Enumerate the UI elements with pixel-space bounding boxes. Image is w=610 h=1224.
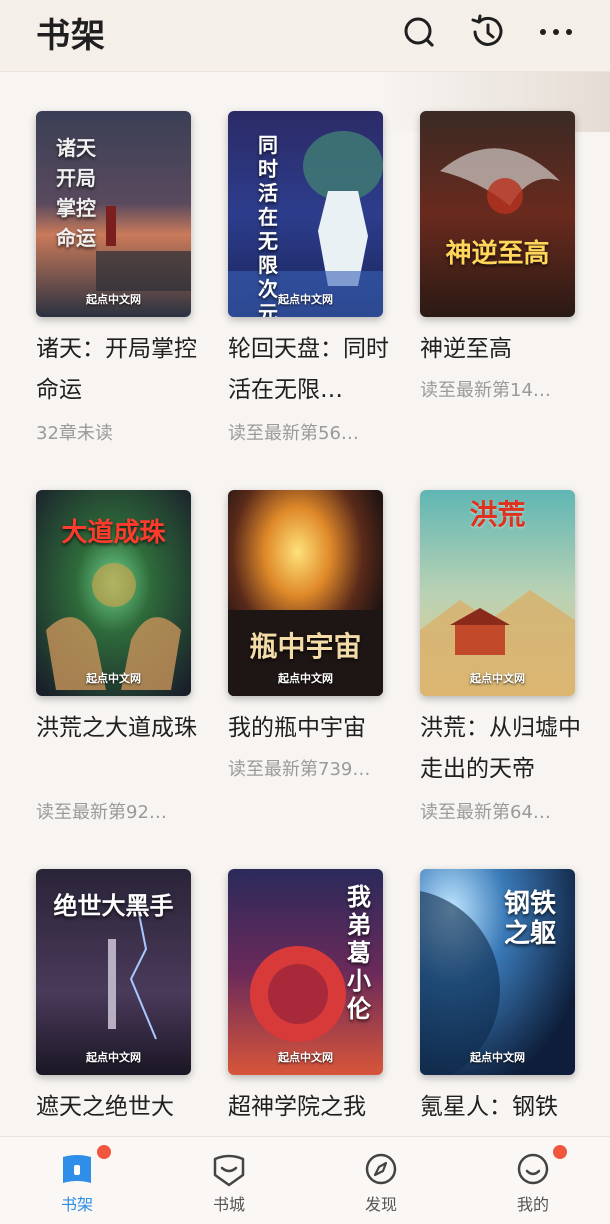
- more-icon: [540, 29, 572, 35]
- book-progress: 读至最新第92…: [36, 802, 167, 823]
- book-progress: 读至最新第56…: [228, 423, 359, 444]
- search-button[interactable]: [401, 12, 437, 52]
- bookshelf-grid: 诸天 开局掌控命运 起点中文网 诸天：开局掌控命运 32章未读 同时活在无限次元: [0, 72, 610, 1136]
- cover-title: 瓶中宇宙: [249, 630, 362, 663]
- book-cover[interactable]: 瓶中宇宙 起点中文网: [228, 490, 383, 696]
- cover-art: [228, 490, 383, 696]
- book-title: 洪荒之大道成珠: [36, 715, 197, 741]
- top-bar: 书架: [0, 0, 610, 72]
- profile-icon: [515, 1151, 551, 1187]
- cover-title: 我弟葛小伦: [347, 882, 371, 1023]
- tab-label: 我的: [516, 1195, 549, 1214]
- page-title: 书架: [36, 16, 106, 56]
- cover-title: 绝世大黑手: [53, 891, 174, 920]
- book-cover[interactable]: 同时活在无限次元 起点中文网: [228, 111, 383, 317]
- book-cover[interactable]: 钢铁之躯 起点中文网: [420, 869, 575, 1075]
- book-title: 氪星人：钢铁: [420, 1094, 558, 1120]
- cover-title: 诸天 开局掌控命运: [56, 136, 96, 250]
- bookstore-icon: [211, 1151, 247, 1187]
- cover-title: 大道成珠: [61, 518, 166, 548]
- cover-brand: 起点中文网: [470, 672, 525, 685]
- bottom-navigation: 书架 书城 发现 我的: [0, 1136, 610, 1224]
- bookshelf-icon: [59, 1151, 95, 1187]
- tab-bookshelf[interactable]: 书架: [17, 1137, 137, 1224]
- cover-title: 钢铁之躯: [503, 889, 556, 949]
- cover-brand: 起点中文网: [278, 672, 333, 685]
- cover-brand: 起点中文网: [86, 672, 141, 685]
- book-cover[interactable]: 诸天 开局掌控命运 起点中文网: [36, 111, 191, 317]
- tab-label: 书城: [212, 1195, 245, 1214]
- book-title: 超神学院之我: [228, 1094, 366, 1120]
- cover-brand: 起点中文网: [278, 1051, 333, 1064]
- notification-badge: [97, 1145, 111, 1159]
- notification-badge: [553, 1145, 567, 1159]
- cover-brand: 起点中文网: [86, 293, 141, 306]
- book-cover[interactable]: 大道成珠 起点中文网: [36, 490, 191, 696]
- cover-title: 神逆至高: [445, 239, 550, 269]
- book-progress: 读至最新第64…: [420, 802, 551, 823]
- search-icon: [404, 17, 434, 47]
- history-icon: [471, 14, 503, 46]
- tab-label: 书架: [60, 1195, 93, 1214]
- cover-brand: 起点中文网: [470, 1051, 525, 1064]
- book-progress: 读至最新第739…: [228, 759, 371, 780]
- book-title: 轮回天盘：同时活在无限…: [228, 336, 389, 403]
- cover-brand: 起点中文网: [86, 1051, 141, 1064]
- tab-bookstore[interactable]: 书城: [169, 1137, 289, 1224]
- book-cover[interactable]: 绝世大黑手 起点中文网: [36, 869, 191, 1075]
- book-cover[interactable]: 神逆至高: [420, 111, 575, 317]
- cover-brand: 起点中文网: [278, 293, 333, 306]
- tab-discover[interactable]: 发现: [321, 1137, 441, 1224]
- tab-profile[interactable]: 我的: [473, 1137, 593, 1224]
- more-button[interactable]: [538, 12, 574, 52]
- book-title: 我的瓶中宇宙: [228, 715, 366, 741]
- cover-title: 同时活在无限次元: [258, 133, 278, 317]
- history-button[interactable]: [469, 12, 505, 52]
- book-cover[interactable]: 我弟葛小伦 起点中文网: [228, 869, 383, 1075]
- compass-icon: [363, 1151, 399, 1187]
- book-progress: 32章未读: [36, 423, 113, 444]
- cover-art: [228, 111, 383, 317]
- book-title: 诸天：开局掌控命运: [36, 336, 197, 403]
- book-title: 洪荒：从归墟中走出的天帝: [420, 715, 581, 782]
- cover-title: 洪荒: [469, 498, 526, 531]
- book-title: 遮天之绝世大: [36, 1094, 174, 1120]
- book-cover[interactable]: 洪荒 起点中文网: [420, 490, 575, 696]
- cover-art: [420, 111, 575, 317]
- book-progress: 读至最新第14…: [420, 380, 551, 401]
- book-title: 神逆至高: [420, 336, 512, 362]
- tab-label: 发现: [364, 1195, 397, 1214]
